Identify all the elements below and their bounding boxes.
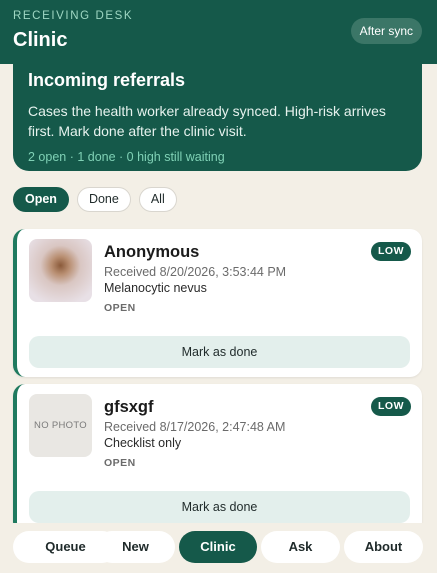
summary-title: Incoming referrals (28, 70, 186, 90)
diagnosis-label: Melanocytic nevus (104, 281, 207, 295)
summary-stats: 2 open · 1 done · 0 high still waiting (28, 150, 225, 164)
nav-clinic[interactable]: Clinic (179, 531, 257, 563)
status-label: OPEN (104, 302, 136, 314)
filter-open[interactable]: Open (13, 187, 69, 212)
status-label: OPEN (104, 457, 136, 469)
page-title: Clinic (13, 29, 68, 51)
section-eyebrow: RECEIVING DESK (13, 10, 134, 22)
mark-done-button[interactable]: Mark as done (29, 491, 410, 523)
filter-chips: Open Done All (13, 187, 177, 212)
referral-card[interactable]: Anonymous Received 8/20/2026, 3:53:44 PM… (13, 229, 422, 377)
mark-done-button[interactable]: Mark as done (29, 336, 410, 368)
nav-new[interactable]: New (96, 531, 175, 563)
nav-ask[interactable]: Ask (261, 531, 340, 563)
filter-all[interactable]: All (138, 187, 177, 212)
referral-card[interactable]: NO PHOTO gfsxgf Received 8/17/2026, 2:47… (13, 384, 422, 534)
no-photo-placeholder: NO PHOTO (29, 394, 92, 457)
app-header: RECEIVING DESK Clinic After sync (0, 0, 437, 64)
received-timestamp: Received 8/20/2026, 3:53:44 PM (104, 265, 287, 279)
received-timestamp: Received 8/17/2026, 2:47:48 AM (104, 420, 286, 434)
patient-name: Anonymous (104, 243, 200, 261)
diagnosis-label: Checklist only (104, 436, 182, 450)
sync-status-button[interactable]: After sync (350, 18, 422, 44)
filter-done[interactable]: Done (76, 187, 131, 212)
summary-description: Cases the health worker already synced. … (28, 103, 386, 139)
lesion-photo[interactable] (29, 239, 92, 302)
nav-about[interactable]: About (344, 531, 423, 563)
bottom-navigation: Queue New Clinic Ask About (0, 523, 437, 573)
patient-name: gfsxgf (104, 398, 154, 416)
risk-badge: LOW (371, 242, 411, 261)
referrals-summary-card: Incoming referrals Cases the health work… (13, 58, 422, 171)
risk-badge: LOW (371, 397, 411, 416)
